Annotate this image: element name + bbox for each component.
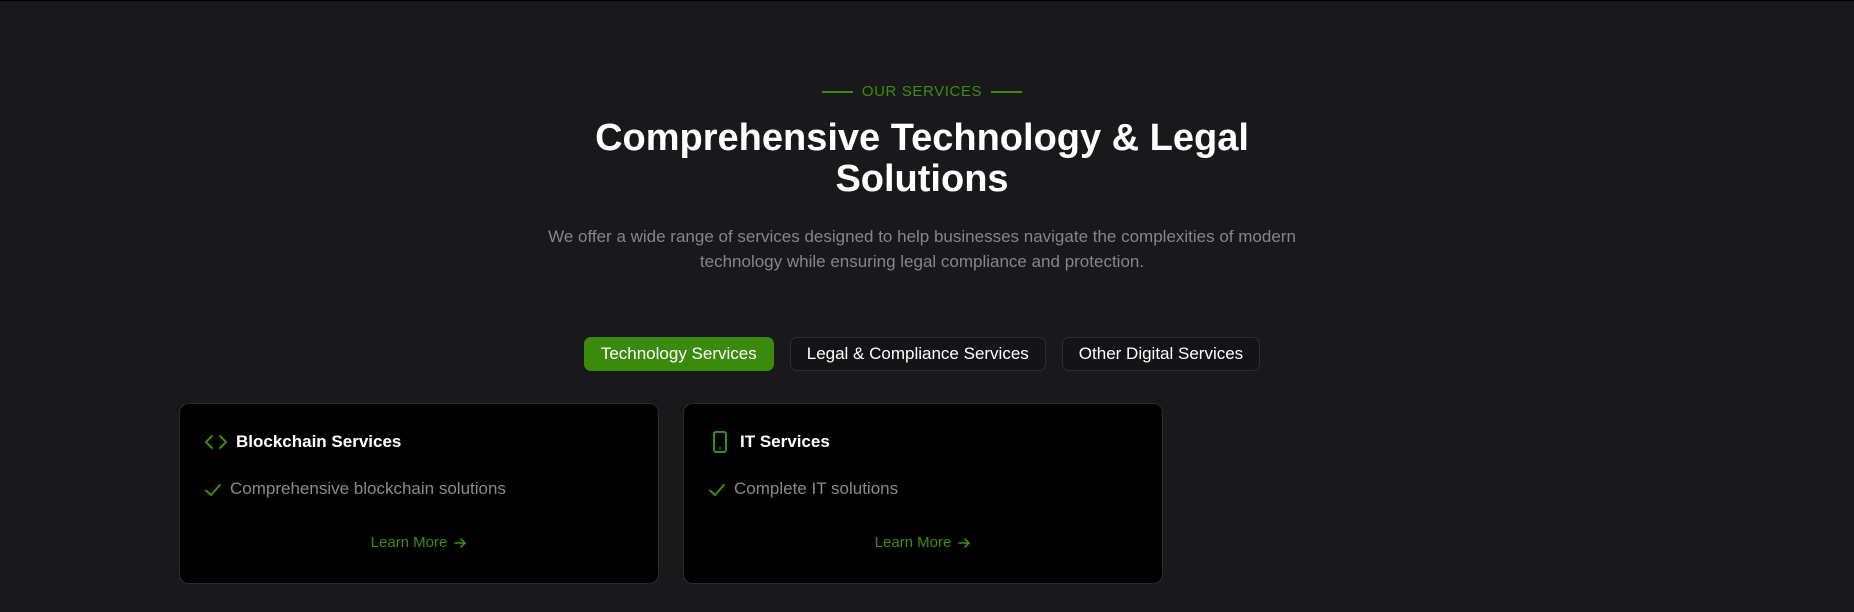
feature-text: Comprehensive blockchain solutions [230,478,506,498]
tab-technology-services[interactable]: Technology Services [583,337,774,371]
check-icon [708,481,726,499]
learn-more-link[interactable]: Learn More [684,534,1162,551]
tab-other-digital-services[interactable]: Other Digital Services [1061,337,1261,371]
tab-label: Technology Services [600,344,757,363]
learn-more-label: Learn More [370,534,448,551]
card-header: IT Services [708,430,830,454]
section-title: Comprehensive Technology & Legal Solutio… [595,117,1249,200]
card-title: IT Services [740,432,830,451]
tab-label: Other Digital Services [1078,344,1244,363]
card-title: Blockchain Services [236,432,402,451]
tab-legal-compliance-services[interactable]: Legal & Compliance Services [789,337,1046,371]
tab-label: Legal & Compliance Services [806,344,1029,363]
learn-more-link[interactable]: Learn More [180,534,658,551]
learn-more-label: Learn More [874,534,952,551]
feature-item: Comprehensive blockchain solutions [204,478,506,499]
card-header: Blockchain Services [204,430,401,454]
section-subtitle: We offer a wide range of services design… [548,227,1296,271]
feature-text: Complete IT solutions [734,478,899,498]
eyebrow-line-right [991,90,1023,93]
services-section: OUR SERVICES Comprehensive Technology & … [0,0,1854,612]
service-tabs: Technology Services Legal & Compliance S… [0,337,1844,371]
code-icon [204,430,228,454]
arrow-right-icon [453,536,467,550]
service-card-it: IT Services Complete IT solutions Learn … [683,403,1163,584]
check-icon [204,481,222,499]
arrow-right-icon [957,536,971,550]
feature-item: Complete IT solutions [708,478,898,499]
smartphone-icon [708,430,732,454]
eyebrow-line-left [821,90,853,93]
section-eyebrow: OUR SERVICES [0,83,1844,100]
service-card-blockchain: Blockchain Services Comprehensive blockc… [179,403,659,584]
eyebrow-label: OUR SERVICES [861,83,983,100]
